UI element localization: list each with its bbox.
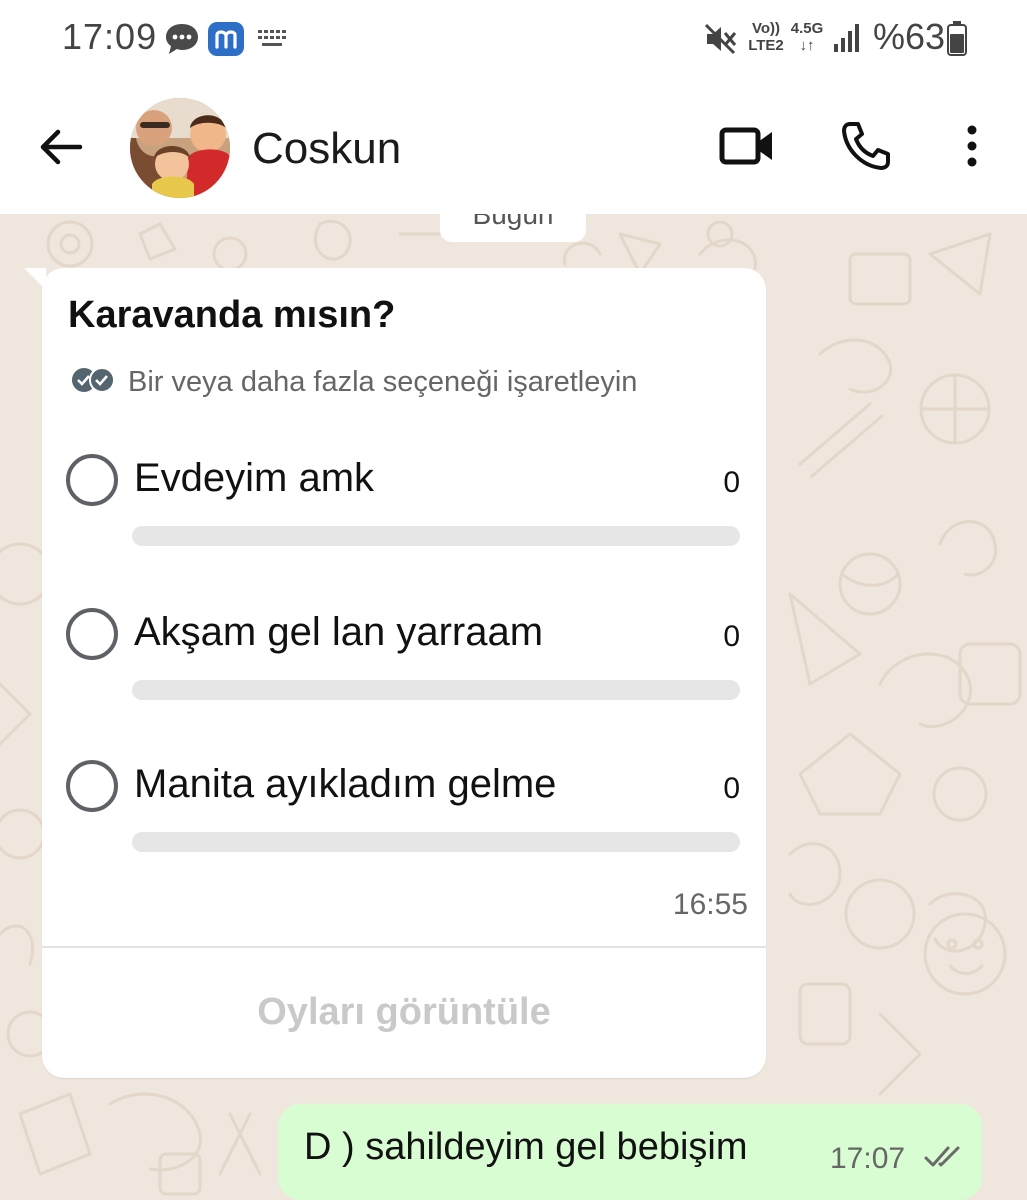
volte-label: Vo)): [751, 20, 781, 37]
battery-percent: %63: [873, 16, 946, 57]
message-time: 16:55: [672, 888, 748, 921]
network-volte: Vo)) LTE2: [746, 20, 786, 54]
chat-header: Coskun: [0, 78, 1027, 214]
video-call-icon[interactable]: [718, 124, 776, 168]
poll-option-bar: [132, 832, 740, 852]
lte-label: LTE2: [748, 37, 784, 54]
signal-icon: [834, 24, 859, 52]
more-vert-icon[interactable]: [960, 124, 984, 168]
poll-option-count: 0: [723, 772, 740, 805]
chat-bubble-icon: [166, 24, 198, 54]
double-check-circle-icon: [72, 367, 115, 393]
app-m-icon: [208, 22, 244, 56]
poll-option-count: 0: [723, 620, 740, 653]
poll-option-count: 0: [723, 466, 740, 499]
radio-button[interactable]: [66, 760, 118, 812]
avatar[interactable]: [130, 98, 230, 198]
phone-icon[interactable]: [840, 120, 892, 172]
avatar-photo: [130, 98, 230, 198]
radio-button[interactable]: [66, 454, 118, 506]
contact-name[interactable]: Coskun: [252, 124, 401, 174]
network-gen-label: 4.5G: [790, 20, 824, 37]
poll-message: Karavanda mısın? Bir veya daha fazla seç…: [42, 268, 766, 1078]
double-check-icon: [924, 1146, 960, 1167]
mute-icon: [704, 23, 737, 55]
battery-icon: [947, 21, 967, 56]
view-votes-button[interactable]: Oyları görüntüle: [42, 948, 766, 1076]
chat-area[interactable]: Bugün Karavanda mısın? Bir veya daha faz…: [0, 214, 1027, 1200]
data-arrows-icon: ↓↑: [799, 37, 815, 54]
date-chip: Bugün: [440, 214, 586, 242]
poll-option-bar: [132, 680, 740, 700]
network-gen: 4.5G ↓↑: [788, 20, 826, 54]
keyboard-icon: [258, 30, 286, 46]
poll-question: Karavanda mısın?: [68, 294, 396, 336]
radio-button[interactable]: [66, 608, 118, 660]
status-time: 17:09: [62, 16, 158, 57]
poll-option[interactable]: Evdeyim amk 0: [42, 454, 766, 584]
message-time: 17:07: [830, 1142, 906, 1175]
poll-option-label: Evdeyim amk: [134, 456, 375, 500]
poll-option-label: Akşam gel lan yarraam: [134, 610, 544, 654]
outgoing-message[interactable]: D ) sahildeyim gel bebişim 17:07: [278, 1104, 982, 1200]
status-bar: 17:09 Vo)) LTE2 4.5G ↓↑ %63: [0, 0, 1027, 78]
poll-option[interactable]: Akşam gel lan yarraam 0: [42, 608, 766, 738]
poll-option-label: Manita ayıkladım gelme: [134, 762, 557, 806]
message-text: D ) sahildeyim gel bebişim: [304, 1126, 748, 1168]
back-arrow-icon[interactable]: [36, 122, 86, 172]
poll-hint: Bir veya daha fazla seçeneği işaretleyin: [128, 366, 638, 398]
poll-option-bar: [132, 526, 740, 546]
poll-option[interactable]: Manita ayıkladım gelme 0: [42, 760, 766, 890]
